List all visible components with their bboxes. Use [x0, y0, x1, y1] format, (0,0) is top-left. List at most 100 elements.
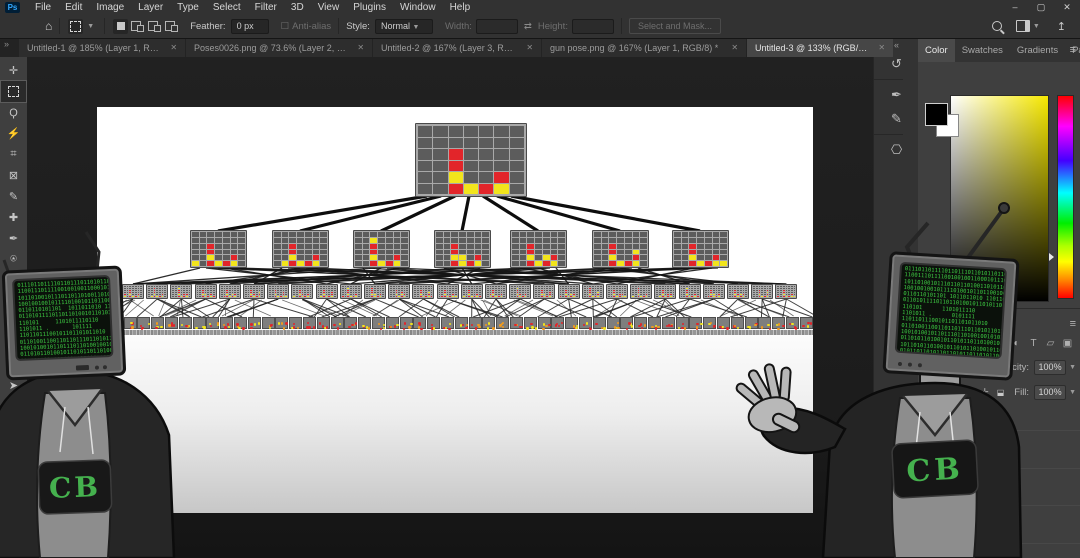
feather-input[interactable]: 0 px	[231, 19, 269, 34]
move-tool[interactable]: ✛	[1, 60, 26, 81]
fill-caret-icon[interactable]: ▼	[1069, 389, 1076, 396]
connect4-cell	[183, 296, 185, 297]
panel-tab-swatches[interactable]: Swatches	[955, 38, 1010, 62]
dock-collapse-chevrons[interactable]: «	[894, 38, 899, 52]
close-button[interactable]: ✕	[1054, 2, 1080, 13]
smart-object-filter-icon[interactable]: ▣	[1059, 338, 1076, 349]
connect4-cell	[622, 286, 624, 287]
connect4-cell	[683, 296, 685, 297]
panel-tab-gradients[interactable]: Gradients	[1010, 38, 1065, 62]
connect4-cell	[616, 290, 618, 291]
width-input[interactable]	[476, 19, 518, 34]
search-icon[interactable]	[992, 21, 1002, 31]
tool-preset-caret-icon[interactable]: ▼	[87, 23, 94, 30]
menu-item-filter[interactable]: Filter	[248, 2, 284, 13]
share-icon[interactable]: ↥	[1057, 20, 1066, 33]
anti-alias-checkbox[interactable]: ☐	[281, 21, 290, 32]
connect4-cell	[522, 296, 524, 297]
connect4-cell	[358, 296, 360, 297]
photoshop-logo-icon[interactable]: Ps	[5, 2, 20, 13]
lasso-tool[interactable]: Ϙ	[1, 102, 26, 123]
minimize-button[interactable]: –	[1002, 2, 1028, 13]
menu-item-plugins[interactable]: Plugins	[346, 2, 393, 13]
swap-dimensions-icon[interactable]: ⇄	[524, 21, 532, 32]
connect4-cell	[280, 296, 282, 297]
connect4-cell	[611, 294, 613, 295]
intersect-selection-mode-button[interactable]	[164, 19, 179, 34]
connect4-cell	[183, 290, 185, 291]
connect4-cell	[313, 238, 320, 243]
menu-item-view[interactable]: View	[311, 2, 347, 13]
type-layer-filter-icon[interactable]: T	[1025, 338, 1042, 349]
connect4-cell	[625, 250, 632, 255]
tab-close-icon[interactable]: ✕	[731, 43, 738, 52]
shape-layer-filter-icon[interactable]: ▱	[1042, 338, 1059, 349]
foreground-color-swatch[interactable]	[925, 103, 948, 126]
document-tab-4[interactable]: gun pose.png @ 167% (Layer 1, RGB/8) *✕	[542, 38, 746, 57]
document-tab-3[interactable]: Untitled-2 @ 167% (Layer 3, RGB/8#) *✕	[373, 38, 541, 57]
panel-tab-color[interactable]: Color	[918, 38, 955, 62]
connect4-board-level3	[412, 284, 434, 299]
connect4-cell	[595, 294, 597, 295]
connect4-cell	[729, 288, 731, 289]
tab-close-icon[interactable]: ✕	[526, 43, 533, 52]
quick-selection-tool[interactable]: ⚡	[1, 123, 26, 144]
add-selection-mode-button[interactable]	[130, 19, 145, 34]
connect4-cell	[221, 286, 223, 287]
connect4-cell	[205, 288, 207, 289]
brushes-panel-icon[interactable]: ✎	[874, 107, 919, 131]
color-panel-menu-icon[interactable]: ≡	[1070, 44, 1076, 56]
active-tool-icon[interactable]	[68, 19, 83, 34]
connect4-cell	[576, 286, 578, 287]
3d-panel-icon[interactable]: ⎔	[874, 138, 919, 162]
tab-close-icon[interactable]: ✕	[357, 43, 364, 52]
menu-item-type[interactable]: Type	[170, 2, 206, 13]
restore-button[interactable]: ▢	[1028, 2, 1054, 13]
fill-value[interactable]: 100%	[1034, 385, 1066, 400]
hue-slider[interactable]	[1057, 95, 1074, 299]
lasso-tool-icon: Ϙ	[9, 107, 18, 119]
rectangular-marquee-tool[interactable]	[1, 81, 26, 102]
layers-panel-menu-icon[interactable]: ≡	[1070, 318, 1076, 330]
frame-tool[interactable]: ⊠	[1, 165, 26, 186]
opacity-caret-icon[interactable]: ▼	[1069, 364, 1076, 371]
connect4-cell	[231, 238, 238, 243]
new-selection-mode-button[interactable]	[113, 19, 128, 34]
document-tab-5[interactable]: Untitled-3 @ 133% (RGB/8#) *✕	[747, 38, 893, 57]
connect4-board-level4	[538, 317, 551, 329]
subtract-selection-mode-button[interactable]	[147, 19, 162, 34]
connect4-cell	[514, 292, 516, 293]
menu-item-select[interactable]: Select	[206, 2, 248, 13]
hue-slider-arrow[interactable]	[1049, 253, 1054, 261]
style-select[interactable]: Normal ▼	[375, 19, 433, 34]
menu-item-window[interactable]: Window	[393, 2, 443, 13]
connect4-cell	[686, 286, 688, 287]
connect4-board-level4	[455, 317, 468, 329]
document-tab-2[interactable]: Poses0026.png @ 73.6% (Layer 2, RGB/8) *…	[186, 38, 372, 57]
menu-item-image[interactable]: Image	[89, 2, 131, 13]
tab-close-icon[interactable]: ✕	[170, 43, 177, 52]
height-input[interactable]	[572, 19, 614, 34]
brush-settings-panel-icon[interactable]: ✒	[874, 83, 919, 107]
menu-item-layer[interactable]: Layer	[131, 2, 170, 13]
document-tab-1[interactable]: Untitled-1 @ 185% (Layer 1, RGB/8#) *✕	[19, 38, 185, 57]
connect4-cell	[320, 250, 327, 255]
crop-tool[interactable]: ⌗	[1, 144, 26, 165]
select-and-mask-button[interactable]: Select and Mask...	[629, 18, 721, 34]
tab-overflow-chevrons[interactable]: »	[0, 38, 13, 57]
menu-item-edit[interactable]: Edit	[58, 2, 89, 13]
workspace-switcher[interactable]: ▼	[1016, 20, 1043, 32]
connect4-cell	[560, 292, 562, 293]
menu-item-3d[interactable]: 3D	[284, 2, 311, 13]
opacity-value[interactable]: 100%	[1034, 360, 1066, 375]
tab-close-icon[interactable]: ✕	[878, 43, 885, 52]
connect4-cell	[624, 294, 626, 295]
eyedropper-tool[interactable]: ✎	[1, 186, 26, 207]
menu-item-help[interactable]: Help	[443, 2, 478, 13]
connect4-board-level2	[434, 230, 491, 268]
connect4-cell	[425, 288, 427, 289]
document-canvas[interactable]	[97, 107, 813, 513]
home-button[interactable]: ⌂	[45, 19, 52, 33]
connect4-cell	[238, 244, 245, 249]
menu-item-file[interactable]: File	[28, 2, 58, 13]
